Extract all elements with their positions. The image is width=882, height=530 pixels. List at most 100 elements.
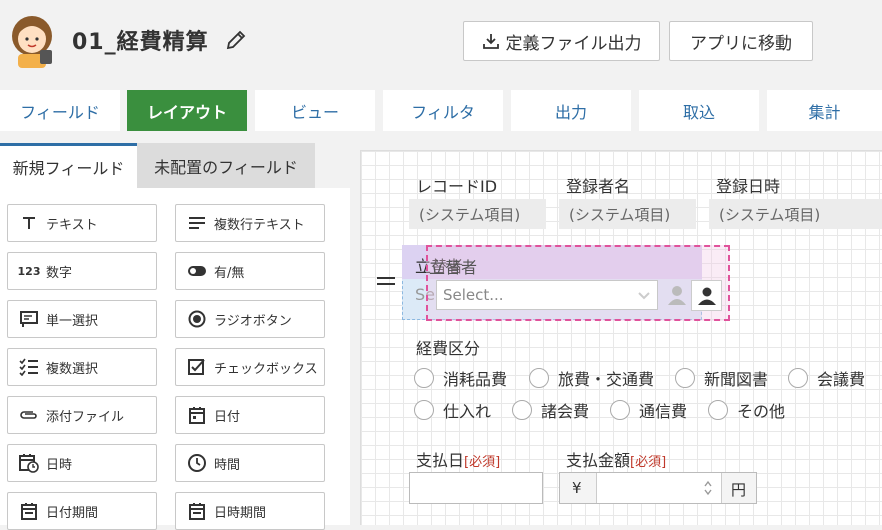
number-icon: 123 — [17, 264, 41, 278]
radio-circle-icon — [512, 400, 532, 420]
tab-unplaced-fields[interactable]: 未配置のフィールド — [137, 143, 315, 188]
palette-time[interactable]: 時間 — [175, 444, 325, 482]
palette-label: 日付期間 — [46, 505, 99, 521]
palette-number[interactable]: 123 数字 — [7, 252, 157, 290]
radio-circle-icon — [610, 400, 630, 420]
palette-label: 単一選択 — [46, 313, 99, 329]
registrant-field[interactable]: (システム項目) — [559, 199, 696, 229]
tab-fields[interactable]: フィールド — [0, 90, 120, 131]
field-palette: テキスト 複数行テキスト 123 数字 有/無 単一選択 ラジオボタン 複数選択 — [0, 188, 350, 530]
palette-label: 添付ファイル — [46, 409, 125, 425]
palette-radio[interactable]: ラジオボタン — [175, 300, 325, 338]
attachment-icon — [18, 404, 40, 426]
radio-option[interactable]: 仕入れ — [414, 398, 491, 422]
radio-option-label: 消耗品費 — [443, 370, 508, 389]
payment-amount-label: 支払金額[必須] — [566, 447, 666, 471]
user-picker-button[interactable] — [691, 280, 722, 311]
palette-date-range[interactable]: 日付期間 — [7, 492, 157, 530]
radio-option-label: その他 — [737, 402, 786, 421]
radio-option-label: 旅費・交通費 — [558, 370, 655, 389]
radio-circle-icon — [414, 368, 434, 388]
drag-handle-icon[interactable] — [377, 277, 395, 287]
clock-icon — [186, 452, 208, 474]
user-select-input[interactable]: Select... — [436, 280, 658, 310]
app-title: 01_経費精算 — [72, 30, 209, 55]
tab-layout[interactable]: レイアウト — [127, 90, 247, 131]
tab-import[interactable]: 取込 — [639, 90, 759, 131]
tab-filters[interactable]: フィルタ — [383, 90, 503, 131]
payment-amount-group: ¥ 円 — [559, 472, 757, 504]
radio-option[interactable]: 消耗品費 — [414, 366, 507, 390]
user-faded-icon — [668, 286, 686, 305]
single-select-icon — [18, 308, 40, 330]
radio-circle-icon — [529, 368, 549, 388]
radio-option[interactable]: その他 — [708, 398, 785, 422]
move-to-app-button[interactable]: アプリに移動 — [669, 21, 813, 61]
radio-option[interactable]: 諸会費 — [512, 398, 589, 422]
user-avatar-icon — [12, 16, 52, 68]
radio-option-label: 諸会費 — [541, 402, 590, 421]
registered-at-field[interactable]: (システム項目) — [709, 199, 882, 229]
radio-circle-icon — [414, 400, 434, 420]
palette-multiline-text[interactable]: 複数行テキスト — [175, 204, 325, 242]
expense-category-label: 経費区分 — [416, 339, 481, 358]
palette-label: 数字 — [46, 265, 73, 281]
radio-circle-icon — [675, 368, 695, 388]
radio-option[interactable]: 旅費・交通費 — [529, 366, 654, 390]
export-definition-button[interactable]: 定義ファイル出力 — [463, 21, 660, 61]
date-icon — [186, 404, 208, 426]
palette-label: 時間 — [214, 457, 241, 473]
palette-label: ラジオボタン — [214, 313, 292, 329]
drop-target-label: 立替者 — [429, 258, 478, 277]
payment-date-input[interactable] — [409, 472, 543, 504]
radio-option-label: 通信費 — [639, 402, 688, 421]
chevron-down-icon — [638, 292, 650, 300]
palette-attachment[interactable]: 添付ファイル — [7, 396, 157, 434]
tab-new-fields[interactable]: 新規フィールド — [0, 143, 137, 188]
required-mark: [必須] — [630, 455, 667, 470]
palette-label: 日時期間 — [214, 505, 267, 521]
palette-date[interactable]: 日付 — [175, 396, 325, 434]
record-id-field[interactable]: (システム項目) — [409, 199, 546, 229]
payment-amount-input[interactable] — [596, 473, 722, 503]
tab-aggregate[interactable]: 集計 — [767, 90, 882, 131]
radio-option[interactable]: 新聞図書 — [675, 366, 768, 390]
main-tabs: フィールド レイアウト ビュー フィルタ 出力 取込 集計 — [0, 90, 882, 131]
tab-output[interactable]: 出力 — [511, 90, 631, 131]
radio-option-label: 仕入れ — [443, 402, 492, 421]
user-icon — [697, 287, 716, 305]
yen-prefix: ¥ — [572, 479, 582, 497]
spinner-icon[interactable] — [703, 479, 713, 497]
field-subtabs: 新規フィールド 未配置のフィールド — [0, 143, 315, 188]
palette-label: 日時 — [46, 457, 73, 473]
radio-circle-icon — [788, 368, 808, 388]
multiline-text-icon — [186, 212, 208, 234]
pencil-edit-icon[interactable] — [225, 29, 247, 51]
download-icon — [482, 34, 499, 49]
registrant-label: 登録者名 — [566, 177, 631, 196]
palette-datetime[interactable]: 日時 — [7, 444, 157, 482]
palette-label: テキスト — [46, 217, 98, 233]
payment-date-label-text: 支払日 — [416, 451, 465, 470]
user-select-placeholder: Select... — [443, 286, 504, 304]
payment-amount-label-text: 支払金額 — [566, 451, 631, 470]
radio-option[interactable]: 通信費 — [610, 398, 687, 422]
tab-views[interactable]: ビュー — [255, 90, 375, 131]
radio-option[interactable]: 会議費 — [788, 366, 865, 390]
palette-checkbox[interactable]: チェックボックス — [175, 348, 325, 386]
palette-multi-select[interactable]: 複数選択 — [7, 348, 157, 386]
datetime-range-icon — [186, 500, 208, 522]
record-id-label: レコードID — [416, 177, 498, 196]
palette-text[interactable]: テキスト — [7, 204, 157, 242]
palette-label: 複数行テキスト — [214, 217, 305, 233]
multi-select-icon — [18, 356, 40, 378]
palette-boolean[interactable]: 有/無 — [175, 252, 325, 290]
palette-datetime-range[interactable]: 日時期間 — [175, 492, 325, 530]
palette-single-select[interactable]: 単一選択 — [7, 300, 157, 338]
radio-option-label: 会議費 — [817, 370, 866, 389]
date-range-icon — [18, 500, 40, 522]
checkbox-icon — [186, 356, 208, 378]
palette-label: チェックボックス — [214, 361, 318, 377]
radio-icon — [186, 308, 208, 330]
radio-option-label: 新聞図書 — [704, 370, 769, 389]
